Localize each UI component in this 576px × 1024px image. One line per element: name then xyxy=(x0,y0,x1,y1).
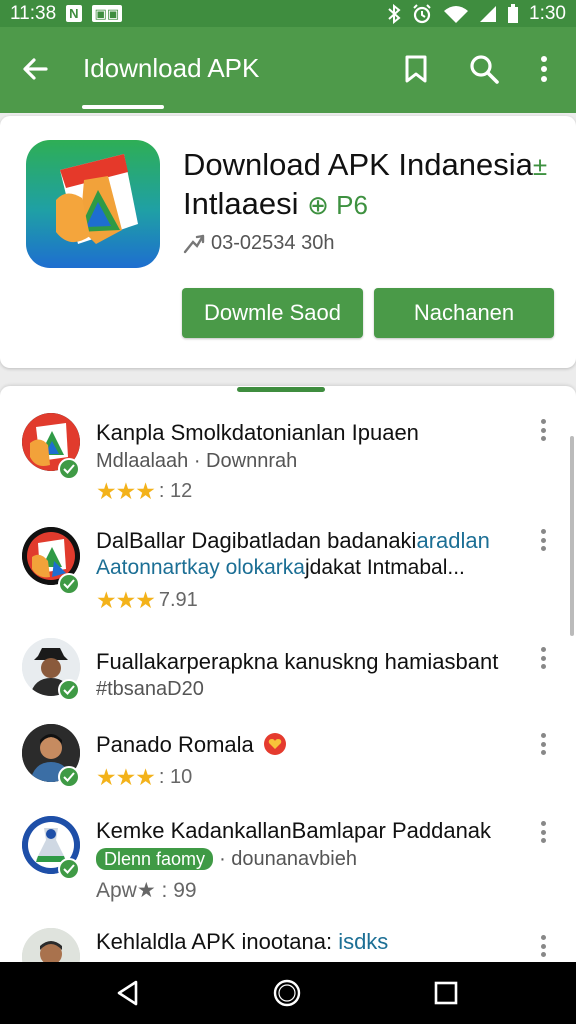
item-title-b: aradlan xyxy=(416,528,490,553)
star-icon: ★ xyxy=(136,879,156,902)
app-meta-text: 03-02534 30h xyxy=(211,232,335,254)
item-title-a: DalBallar Dagibatladan badanaki xyxy=(96,528,417,553)
heart-emoji-icon xyxy=(263,733,286,755)
app-name-line1: Download APK Indanesia xyxy=(183,147,533,182)
item-subtitle-a: Aatonnartkay olokarka xyxy=(96,556,305,579)
alarm-icon xyxy=(413,3,431,23)
item-title-a: Kehlaldla APK inootana: xyxy=(96,929,339,954)
item-rating: ★★★: 10 xyxy=(96,764,193,790)
item-more-icon[interactable] xyxy=(533,818,553,846)
item-subtitle-b: jdakat Intmabal... xyxy=(304,556,465,579)
bookmark-icon[interactable] xyxy=(398,51,434,87)
app-name-mark2: ⊕ P6 xyxy=(307,190,368,220)
drag-handle[interactable] xyxy=(237,387,325,392)
item-subtitle: Mdlaalaah · Downnrah xyxy=(96,450,298,472)
item-rating: ★★★: 12 xyxy=(96,478,193,504)
rating-value: 99 xyxy=(173,878,197,902)
item-title: Kehlaldla APK inootana: isdks xyxy=(96,929,388,955)
item-more-icon[interactable] xyxy=(533,644,553,672)
rating-prefix: Apw xyxy=(96,878,137,902)
status-time-left: 11:38 xyxy=(10,2,57,24)
item-subtitle: #tbsanaD20 xyxy=(96,678,204,700)
app-name-line2: Intlaaesi xyxy=(183,186,299,221)
rating-stars-icon: ★★★ xyxy=(96,764,156,790)
item-title: Panado Romala xyxy=(96,732,286,758)
rating-value: 7.91 xyxy=(158,589,198,611)
search-icon[interactable] xyxy=(466,51,502,87)
battery-icon xyxy=(508,3,519,23)
app-detail-card: Download APK Indanesia± Intlaaesi ⊕ P6 0… xyxy=(0,116,576,368)
category-tag[interactable]: Dlenn faomy xyxy=(96,848,214,870)
scrollbar[interactable] xyxy=(570,436,574,636)
app-name-mark1: ± xyxy=(532,151,548,181)
item-subtitle: Dlenn faomy · dounanavbieh xyxy=(96,848,357,871)
app-list: Kanpla Smolkdatonianlan Ipuaen Mdlaalaah… xyxy=(0,386,576,966)
app-name: Download APK Indanesia± Intlaaesi ⊕ P6 xyxy=(183,146,563,224)
app-bar: Idownload APK xyxy=(0,27,576,113)
signal-icon xyxy=(480,5,497,22)
status-time-right: 1:30 xyxy=(529,2,566,24)
wifi-icon xyxy=(444,5,469,23)
verified-badge-icon xyxy=(58,679,80,701)
recents-square-icon[interactable] xyxy=(430,977,462,1009)
back-triangle-icon[interactable] xyxy=(112,977,144,1009)
secondary-button[interactable]: Nachanen xyxy=(374,288,554,338)
bluetooth-icon xyxy=(388,3,401,24)
share-icon xyxy=(183,234,205,253)
item-title: Fuallakarperapkna kanuskng hamiasbant xyxy=(96,649,499,674)
verified-badge-icon xyxy=(58,858,80,880)
item-more-icon[interactable] xyxy=(533,730,553,758)
rating-stars-icon: ★★★ xyxy=(96,587,156,613)
notification-icon: N xyxy=(66,5,82,22)
app-meta: 03-02534 30h xyxy=(183,232,334,255)
item-subtitle: Aatonnartkay olokarkajdakat Intmabal... xyxy=(96,556,465,580)
more-vert-icon[interactable] xyxy=(526,51,562,87)
app-logo xyxy=(26,140,160,268)
item-rating: Apw ★ : 99 xyxy=(96,878,197,903)
item-subtitle-text: · dounanavbieh xyxy=(219,848,357,870)
item-rating: ★★★ 7.91 xyxy=(96,587,198,614)
verified-badge-icon xyxy=(58,573,80,595)
app-bar-title: Idownload APK xyxy=(83,53,260,83)
item-title: Kemke KadankallanBamlapar Paddanak xyxy=(96,818,492,843)
item-title-text: Panado Romala xyxy=(96,732,254,757)
system-nav-bar xyxy=(0,962,576,1024)
tab-indicator xyxy=(82,105,164,109)
verified-badge-icon xyxy=(58,766,80,788)
notification-box-icon: ▣▣ xyxy=(91,5,123,22)
item-title: Kanpla Smolkdatonianlan Ipuaen xyxy=(96,420,419,445)
avatar xyxy=(22,928,80,966)
rating-value: 10 xyxy=(169,766,193,788)
rating-stars-icon: ★★★ xyxy=(96,478,156,504)
item-title: DalBallar Dagibatladan badanakiaradlan xyxy=(96,528,490,554)
download-button[interactable]: Dowmle Saod xyxy=(182,288,363,338)
back-arrow-icon[interactable] xyxy=(18,51,54,87)
item-more-icon[interactable] xyxy=(533,932,553,960)
verified-badge-icon xyxy=(58,458,80,480)
item-more-icon[interactable] xyxy=(533,416,553,444)
item-more-icon[interactable] xyxy=(533,526,553,554)
status-bar: 11:38 N ▣▣ 1:30 xyxy=(0,0,576,27)
item-title-b: isdks xyxy=(338,929,389,954)
rating-value: 12 xyxy=(169,480,193,502)
home-circle-icon[interactable] xyxy=(271,977,303,1009)
